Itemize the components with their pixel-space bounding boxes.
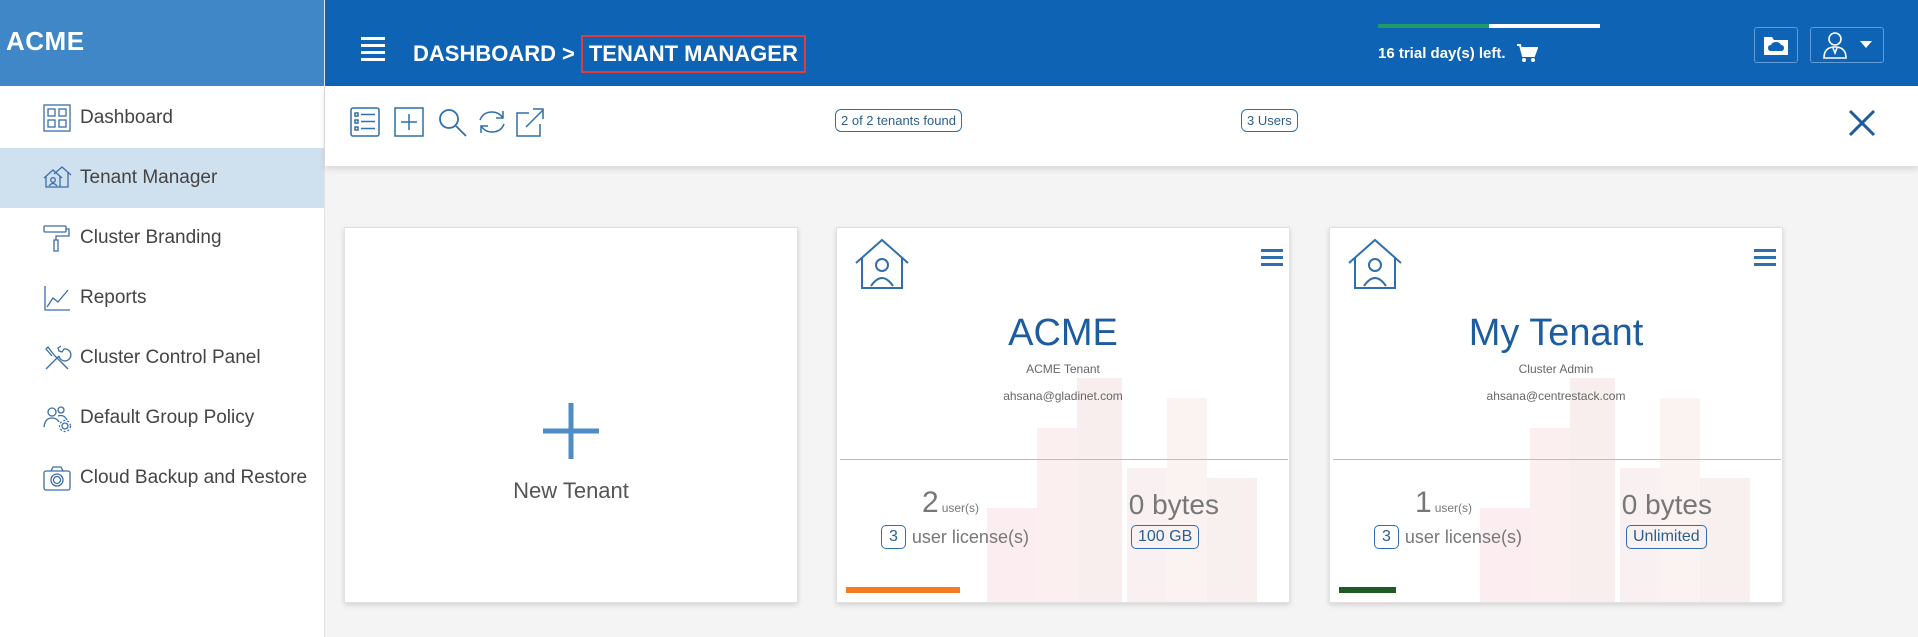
tenant-license-info: 3 user license(s) bbox=[881, 525, 1029, 549]
sidebar-item-label: Dashboard bbox=[80, 107, 173, 128]
chevron-down-icon bbox=[1860, 41, 1872, 48]
tenant-name: My Tenant bbox=[1468, 312, 1644, 354]
storage-quota-badge: 100 GB bbox=[1131, 525, 1200, 549]
tenant-storage-used: 0 bytes bbox=[1621, 489, 1712, 520]
tenant-storage-used: 0 bytes bbox=[1128, 489, 1219, 520]
sidebar-item-label: Cloud Backup and Restore bbox=[80, 467, 308, 488]
users-count-badge: 3 Users bbox=[1241, 109, 1298, 132]
usage-progress-bar bbox=[1339, 587, 1776, 593]
trial-status: 16 trial day(s) left. bbox=[1378, 24, 1638, 63]
tenant-name: ACME bbox=[1008, 312, 1118, 354]
wrench-screwdriver-icon bbox=[42, 343, 72, 373]
sidebar-item-default-group-policy[interactable]: Default Group Policy bbox=[0, 388, 324, 448]
new-tenant-label: New Tenant bbox=[513, 478, 629, 503]
license-label: user license(s) bbox=[911, 526, 1029, 547]
tenant-license-info: 3 user license(s) bbox=[1374, 525, 1522, 549]
divider bbox=[840, 459, 1288, 460]
tenant-houses-icon bbox=[42, 163, 72, 193]
usage-progress-fill bbox=[846, 587, 960, 593]
breadcrumb: DASHBOARD > TENANT MANAGER bbox=[413, 35, 806, 73]
usage-progress-fill bbox=[1339, 587, 1396, 593]
tenant-card-menu-icon[interactable] bbox=[1754, 249, 1776, 267]
user-account-icon bbox=[1823, 32, 1847, 59]
toolbar: 2 of 2 tenants found 3 Users bbox=[325, 86, 1918, 166]
new-tenant-card[interactable]: New Tenant bbox=[344, 227, 798, 603]
breadcrumb-current-page: TENANT MANAGER bbox=[580, 35, 806, 73]
tenant-admin-email: ahsana@gladinet.com bbox=[1003, 389, 1123, 403]
sidebar-item-cluster-control-panel[interactable]: Cluster Control Panel bbox=[0, 328, 324, 388]
user-account-menu-button[interactable] bbox=[1810, 27, 1884, 63]
trial-days-left: 16 trial day(s) left. bbox=[1378, 44, 1506, 62]
close-icon[interactable] bbox=[1847, 108, 1877, 138]
add-tenant-icon[interactable] bbox=[392, 105, 426, 139]
license-count-badge: 3 bbox=[1374, 525, 1399, 549]
sidebar-item-cluster-branding[interactable]: Cluster Branding bbox=[0, 208, 324, 268]
camera-icon bbox=[42, 463, 72, 493]
search-icon[interactable] bbox=[435, 105, 469, 139]
sidebar-item-dashboard[interactable]: Dashboard bbox=[0, 88, 324, 148]
tenant-user-count: 2 user(s) bbox=[922, 486, 980, 519]
plus-icon bbox=[543, 403, 599, 459]
sidebar-item-label: Tenant Manager bbox=[80, 167, 218, 188]
line-chart-icon bbox=[42, 283, 72, 313]
breadcrumb-separator: > bbox=[562, 41, 575, 66]
tenant-card[interactable]: My Tenant Cluster Admin ahsana@centresta… bbox=[1329, 227, 1783, 603]
usage-progress-bar bbox=[846, 587, 1283, 593]
hamburger-menu-icon[interactable] bbox=[361, 37, 385, 61]
cloud-folder-button[interactable] bbox=[1754, 27, 1798, 63]
export-share-icon[interactable] bbox=[513, 105, 547, 139]
dashboard-grid-icon bbox=[42, 103, 72, 133]
tenant-user-count: 1 user(s) bbox=[1415, 486, 1473, 519]
license-label: user license(s) bbox=[1404, 526, 1522, 547]
trial-progress-bar bbox=[1378, 24, 1600, 28]
sidebar-item-tenant-manager[interactable]: Tenant Manager bbox=[0, 148, 324, 208]
brand-logo: ACME bbox=[0, 0, 324, 86]
breadcrumb-dashboard[interactable]: DASHBOARD bbox=[413, 41, 556, 67]
tenant-admin-email: ahsana@centrestack.com bbox=[1486, 389, 1626, 403]
license-count-badge: 3 bbox=[881, 525, 906, 549]
list-view-icon[interactable] bbox=[348, 105, 382, 139]
tenants-found-badge: 2 of 2 tenants found bbox=[835, 109, 962, 132]
refresh-icon[interactable] bbox=[475, 105, 509, 139]
top-header: DASHBOARD > TENANT MANAGER 16 trial day(… bbox=[325, 0, 1918, 86]
home-user-icon bbox=[1348, 238, 1402, 289]
sidebar: ACME Dashboard Tenant Manager Cluster Br… bbox=[0, 0, 325, 637]
sidebar-nav: Dashboard Tenant Manager Cluster Brandin… bbox=[0, 88, 324, 508]
sidebar-item-label: Cluster Branding bbox=[80, 227, 222, 248]
divider bbox=[1333, 459, 1781, 460]
paint-roller-icon bbox=[42, 223, 72, 253]
home-user-icon bbox=[855, 238, 909, 289]
shopping-cart-icon[interactable] bbox=[1516, 43, 1538, 63]
sidebar-item-label: Default Group Policy bbox=[80, 407, 255, 428]
tenant-description: ACME Tenant bbox=[1026, 362, 1100, 376]
cloud-folder-icon bbox=[1764, 37, 1788, 55]
users-gear-icon bbox=[42, 403, 72, 433]
tenant-card-menu-icon[interactable] bbox=[1261, 249, 1283, 267]
storage-quota-badge: Unlimited bbox=[1626, 525, 1707, 549]
sidebar-item-cloud-backup-restore[interactable]: Cloud Backup and Restore bbox=[0, 448, 324, 508]
sidebar-item-label: Cluster Control Panel bbox=[80, 347, 261, 368]
tenant-description: Cluster Admin bbox=[1518, 362, 1594, 376]
tenant-card[interactable]: ACME ACME Tenant ahsana@gladinet.com 2 u… bbox=[836, 227, 1290, 603]
sidebar-item-reports[interactable]: Reports bbox=[0, 268, 324, 328]
trial-progress-fill bbox=[1378, 24, 1489, 28]
sidebar-item-label: Reports bbox=[80, 287, 147, 308]
